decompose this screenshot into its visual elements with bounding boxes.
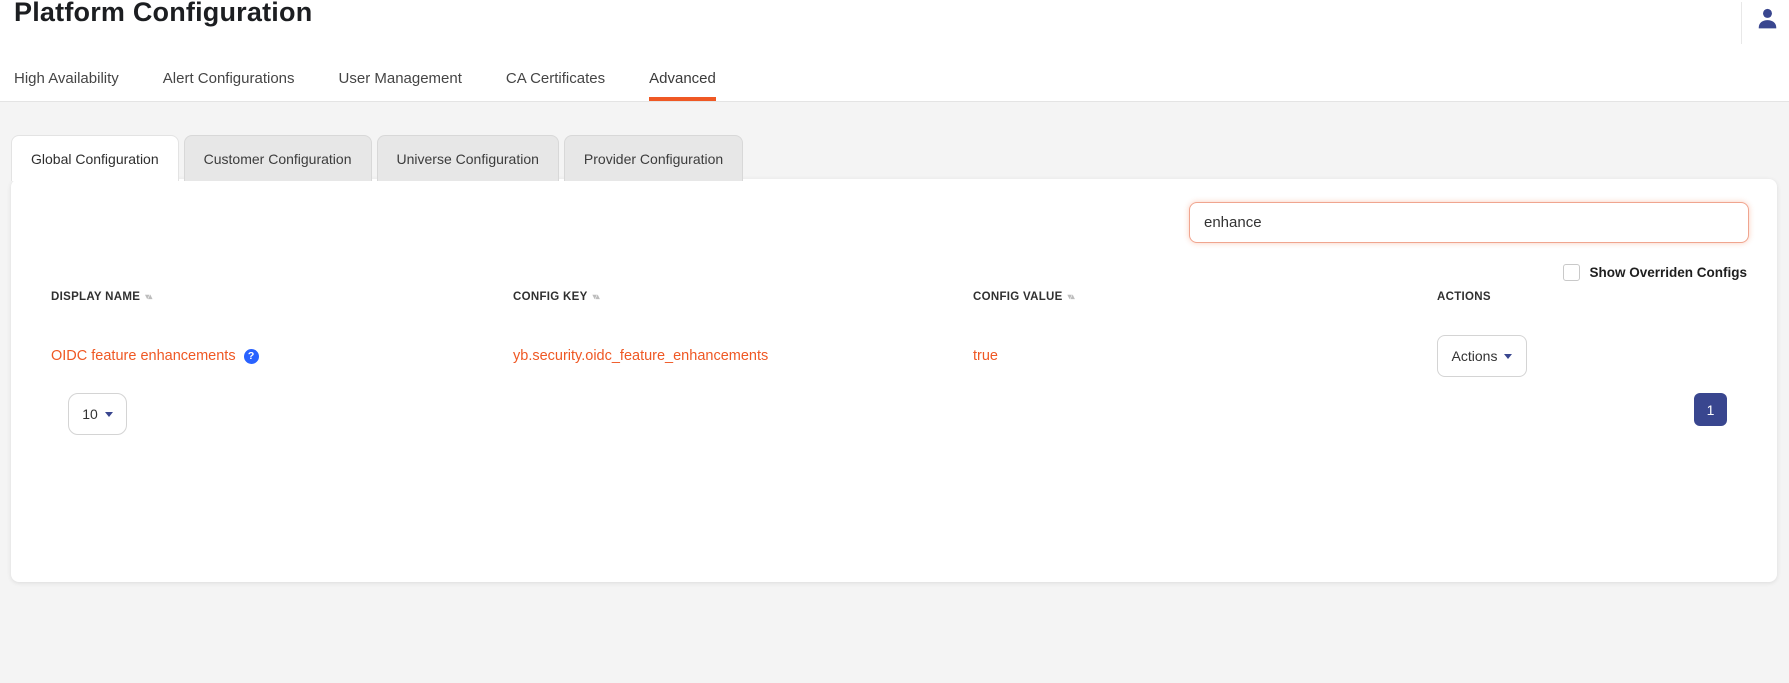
actions-dropdown-button[interactable]: Actions (1437, 335, 1527, 377)
content-area: Global Configuration Customer Configurat… (0, 102, 1789, 683)
global-configuration-panel: Show Overriden Configs DISPLAY NAME ▾▴ C… (11, 179, 1777, 582)
tab-label: Alert Configurations (163, 70, 295, 87)
subtab-universe-configuration[interactable]: Universe Configuration (377, 135, 559, 181)
caret-down-icon (105, 412, 113, 417)
column-label: CONFIG VALUE (973, 291, 1063, 303)
tab-label: Advanced (649, 70, 716, 87)
page-title: Platform Configuration (14, 0, 312, 28)
page-size-value: 10 (82, 406, 98, 422)
tab-label: CA Certificates (506, 70, 605, 87)
pagination-page-1-button[interactable]: 1 (1694, 393, 1727, 426)
sort-icon[interactable]: ▾▴ (1068, 293, 1074, 301)
cell-display-name: OIDC feature enhancements ? (51, 348, 513, 364)
column-label: CONFIG KEY (513, 291, 588, 303)
column-header-display-name[interactable]: DISPLAY NAME ▾▴ (51, 291, 513, 303)
column-label: DISPLAY NAME (51, 291, 140, 303)
table-row: OIDC feature enhancements ? yb.security.… (11, 335, 1777, 377)
tab-alert-configurations[interactable]: Alert Configurations (163, 55, 295, 101)
tab-label: User Management (339, 70, 462, 87)
subtab-customer-configuration[interactable]: Customer Configuration (184, 135, 372, 181)
config-key-text: yb.security.oidc_feature_enhancements (513, 348, 768, 364)
show-overriden-label: Show Overriden Configs (1589, 265, 1747, 280)
subtab-label: Customer Configuration (204, 151, 352, 167)
display-name-text: OIDC feature enhancements (51, 348, 236, 364)
subtab-global-configuration[interactable]: Global Configuration (11, 135, 179, 181)
tab-ca-certificates[interactable]: CA Certificates (506, 55, 605, 101)
actions-button-label: Actions (1452, 348, 1498, 364)
show-overriden-checkbox[interactable] (1563, 264, 1580, 281)
main-nav-tabs: High Availability Alert Configurations U… (14, 55, 716, 101)
tab-high-availability[interactable]: High Availability (14, 55, 119, 101)
cell-actions: Actions (1437, 335, 1749, 377)
cell-config-key: yb.security.oidc_feature_enhancements (513, 348, 973, 364)
sort-icon[interactable]: ▾▴ (593, 293, 599, 301)
subtab-label: Universe Configuration (397, 151, 539, 167)
sub-tabs: Global Configuration Customer Configurat… (11, 135, 743, 181)
subtab-label: Global Configuration (31, 151, 159, 167)
tab-advanced[interactable]: Advanced (649, 55, 716, 101)
caret-down-icon (1504, 354, 1512, 359)
header-divider (1741, 2, 1742, 44)
column-header-config-value[interactable]: CONFIG VALUE ▾▴ (973, 291, 1437, 303)
cell-config-value: true (973, 348, 1437, 364)
platform-configuration-page: Platform Configuration High Availability… (0, 0, 1789, 683)
table-header-row: DISPLAY NAME ▾▴ CONFIG KEY ▾▴ CONFIG VAL… (11, 291, 1777, 303)
subtab-provider-configuration[interactable]: Provider Configuration (564, 135, 743, 181)
column-label: ACTIONS (1437, 291, 1491, 303)
help-icon[interactable]: ? (244, 349, 259, 364)
column-header-config-key[interactable]: CONFIG KEY ▾▴ (513, 291, 973, 303)
config-value-text: true (973, 348, 998, 364)
config-search-input[interactable] (1189, 202, 1749, 243)
tab-label: High Availability (14, 70, 119, 87)
tab-user-management[interactable]: User Management (339, 55, 462, 101)
column-header-actions: ACTIONS (1437, 291, 1749, 303)
user-icon[interactable] (1755, 6, 1780, 31)
page-size-dropdown[interactable]: 10 (68, 393, 127, 435)
show-overriden-configs-toggle[interactable]: Show Overriden Configs (1563, 264, 1747, 281)
subtab-label: Provider Configuration (584, 151, 723, 167)
sort-icon[interactable]: ▾▴ (145, 293, 151, 301)
